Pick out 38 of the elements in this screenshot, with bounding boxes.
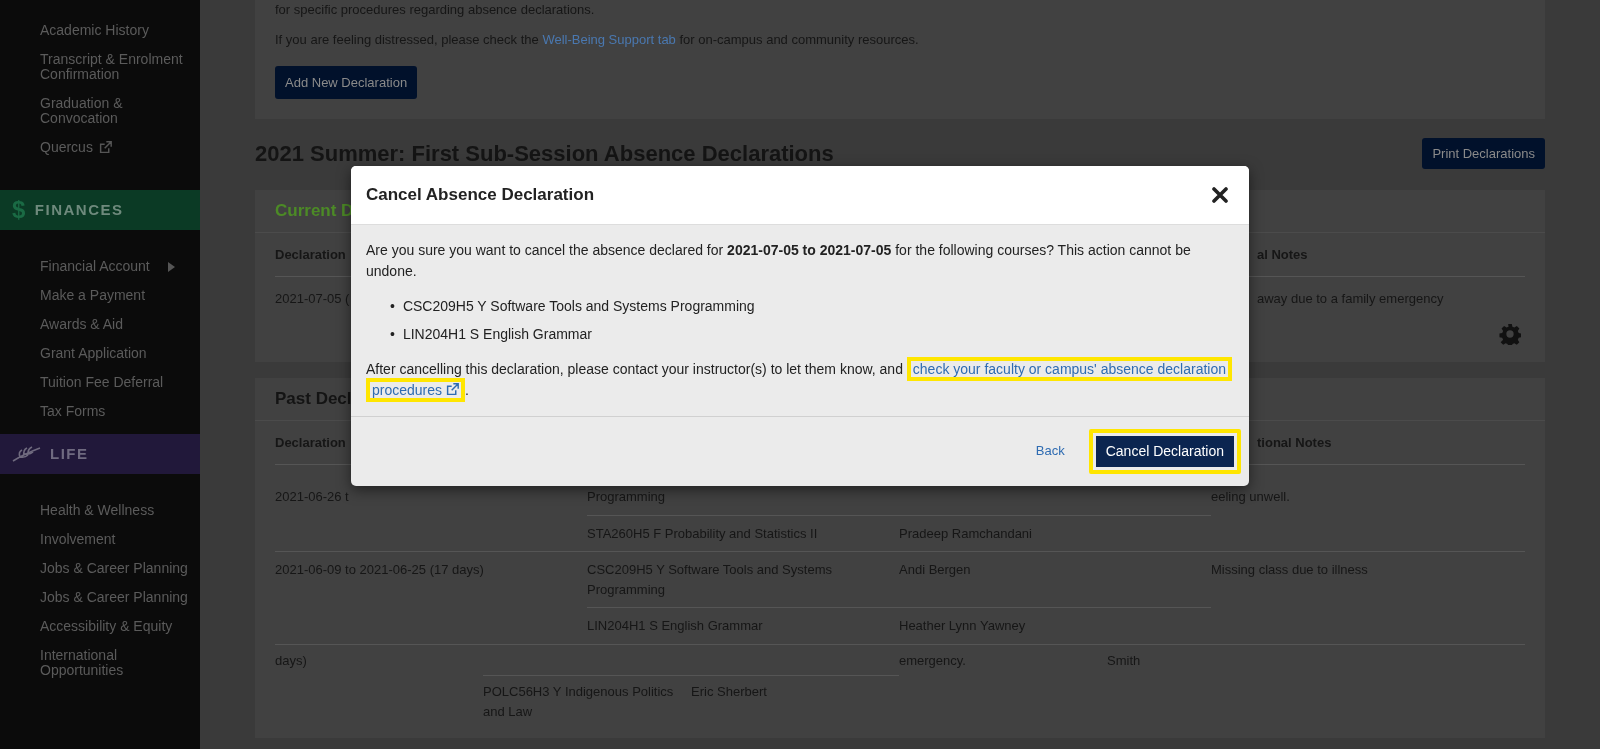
sidebar-link[interactable]: Tax Forms xyxy=(0,397,195,426)
sidebar-link[interactable]: Quercus xyxy=(0,133,195,162)
sidebar-link[interactable]: Jobs & Career Planning xyxy=(0,583,195,612)
section-title: FINANCES xyxy=(34,199,124,220)
paragraph: After cancelling this declaration, please contact your instructor(s) to let them know, and check your faculty or campus' absence declaration procedures . xyxy=(366,358,1234,401)
sidebar-link[interactable]: Involvement xyxy=(0,525,195,554)
procedures-link[interactable]: check your faculty or campus' absence declaration xyxy=(906,356,1232,381)
section-title: LIFE xyxy=(50,443,89,464)
sidebar-link[interactable]: Financial Account xyxy=(0,252,195,281)
modal-title: Cancel Absence Declaration xyxy=(366,184,594,206)
back-link[interactable]: Back xyxy=(1035,441,1065,461)
list-item: LIN204H1 S English Grammar xyxy=(402,324,592,344)
sidebar-link[interactable]: Health & Wellness xyxy=(0,496,195,525)
sidebar-link[interactable]: Transcript & Enrolment Confirmation xyxy=(0,45,195,89)
sidebar-link[interactable]: Make a Payment xyxy=(0,281,195,310)
external-link-icon xyxy=(445,382,459,396)
sidebar-link[interactable]: Grant Application xyxy=(0,339,195,368)
leaf-icon xyxy=(12,446,42,462)
well-being-link[interactable]: Well-Being Support tab xyxy=(542,32,676,47)
sidebar-link[interactable]: Academic History xyxy=(0,16,195,45)
sidebar-link[interactable]: Accessibility & Equity xyxy=(0,612,195,641)
caret-icon xyxy=(167,261,175,272)
sidebar-link[interactable]: Awards & Aid xyxy=(0,310,195,339)
sidebar-link[interactable]: Jobs & Career Planning xyxy=(0,554,195,583)
sidebar-link[interactable]: Tuition Fee Deferral xyxy=(0,368,195,397)
sidebar-link[interactable]: International Opportunities xyxy=(0,641,195,685)
bullet: • xyxy=(390,324,395,344)
procedures-link[interactable]: procedures xyxy=(366,377,465,402)
external-link-icon xyxy=(98,141,112,154)
print-button[interactable]: Print Declarations xyxy=(1422,137,1545,170)
sidebar-link[interactable]: Graduation & Convocation xyxy=(0,89,195,133)
list-item: CSC209H5 Y Software Tools and Systems Programming xyxy=(402,296,755,316)
add-declaration-button[interactable]: Add New Declaration xyxy=(275,65,418,99)
bullet: • xyxy=(390,296,395,316)
paragraph: Are you sure you want to cancel the absence declared for 2021-07-05 to 2021-07-05 for the following courses? This action cannot be undone. xyxy=(366,240,1192,281)
close-icon[interactable] xyxy=(1212,186,1228,203)
cancel-declaration-button[interactable]: Cancel Declaration xyxy=(1088,428,1241,474)
dollar-symbol: $ xyxy=(12,195,27,225)
